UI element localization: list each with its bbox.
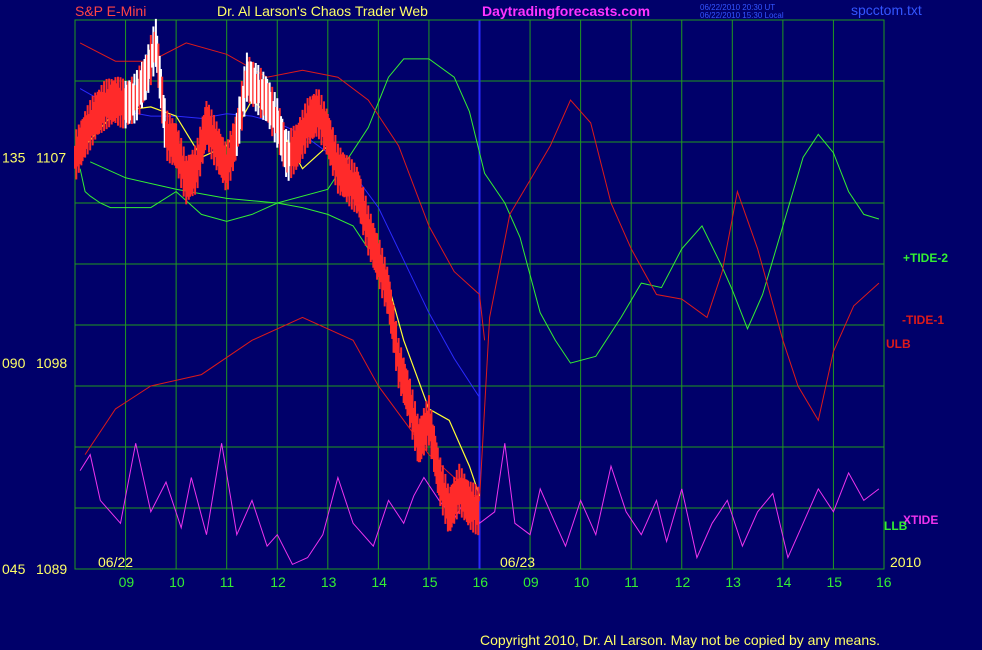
series-label: LLB [884, 519, 908, 533]
copyright: Copyright 2010, Dr. Al Larson. May not b… [480, 632, 880, 648]
x-tick-label: 16 [876, 574, 892, 590]
chaos-chart: 135 1107 090 1098 045 1089 09 10 11 12 13 14 15 16 09 1… [2, 2, 948, 648]
x-tick-label: 13 [321, 574, 337, 590]
y-tick-left: 045 [2, 561, 26, 577]
x-tick-label: 09 [119, 574, 135, 590]
date-label: 06/22 [98, 554, 133, 570]
year-label: 2010 [890, 554, 921, 570]
x-tick-label: 11 [624, 574, 639, 590]
y-tick-left: 090 [2, 355, 26, 371]
chart-title: Dr. Al Larson's Chaos Trader Web [217, 3, 428, 19]
y-tick-right: 1089 [36, 561, 67, 577]
x-tick-label: 10 [574, 574, 590, 590]
x-tick-label: 16 [473, 574, 489, 590]
y-tick-right: 1107 [36, 149, 66, 165]
series-label: XTIDE [903, 513, 938, 527]
symbol-title: S&P E-Mini [75, 3, 146, 19]
x-tick-label: 15 [826, 574, 842, 590]
x-tick-label: 13 [725, 574, 741, 590]
y-tick-left: 135 [2, 149, 26, 165]
series-label: -TIDE-1 [902, 313, 944, 327]
x-tick-label: 14 [371, 574, 387, 590]
date-label: 06/23 [500, 554, 535, 570]
x-tick-label: 12 [675, 574, 691, 590]
x-tick-label: 11 [220, 574, 235, 590]
x-tick-label: 14 [776, 574, 792, 590]
series-label: ULB [886, 337, 911, 351]
x-tick-label: 09 [523, 574, 539, 590]
timestamp-local: 06/22/2010 15:30 Local [700, 11, 784, 20]
site-name: Daytradingforecasts.com [482, 3, 650, 19]
x-tick-label: 15 [422, 574, 438, 590]
y-tick-right: 1098 [36, 355, 67, 371]
x-tick-label: 12 [270, 574, 286, 590]
file-name: spcctom.txt [851, 2, 922, 18]
x-tick-label: 10 [169, 574, 185, 590]
series-label: +TIDE-2 [903, 251, 948, 265]
